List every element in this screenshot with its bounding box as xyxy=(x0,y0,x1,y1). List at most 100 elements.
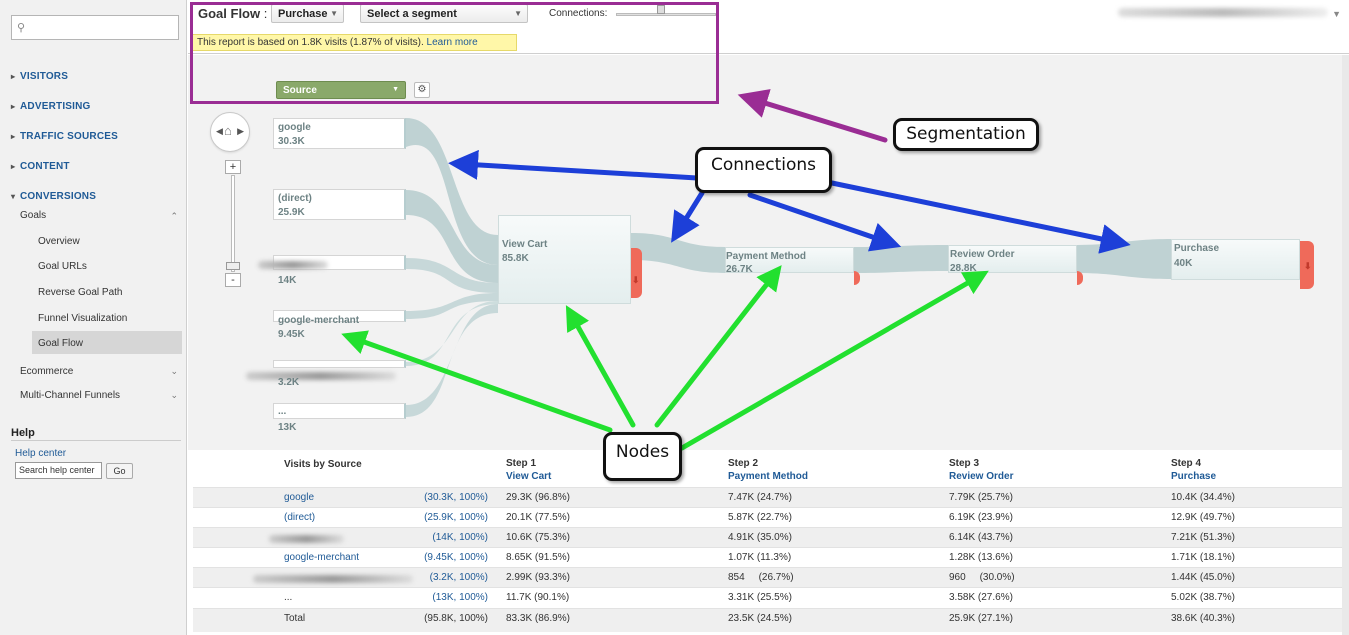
nav-ecommerce[interactable]: Ecommerce xyxy=(20,366,73,377)
column-header-step-name[interactable]: Purchase xyxy=(1171,471,1216,482)
step-node-label: Payment Method xyxy=(726,251,807,262)
callout-segmentation: Segmentation xyxy=(893,118,1039,151)
row-visits: (3.2K, 100%) xyxy=(429,572,488,583)
nav-conversions[interactable]: ▾ CONVERSIONS xyxy=(11,191,96,202)
account-selector-blurred[interactable] xyxy=(1118,8,1328,17)
table-row: (14K, 100%) 10.6K (75.3%) 4.91K (35.0%) … xyxy=(193,527,1342,547)
row-step2: 4.91K (35.0%) xyxy=(728,532,792,543)
zoom-slider-handle[interactable] xyxy=(226,262,240,270)
row-visits: (95.8K, 100%) xyxy=(424,613,488,624)
row-source[interactable]: google-merchant xyxy=(284,552,359,563)
column-header-step-name[interactable]: Payment Method xyxy=(728,471,808,482)
pan-left-icon[interactable]: ◀ xyxy=(216,126,223,137)
flow-canvas: Source ▼ ⚙ ◀ ⌂ ▶ + - google 30.3K (direct… xyxy=(188,55,1349,450)
table-row: (3.2K, 100%) 2.99K (93.3%) 854 (26.7%) 9… xyxy=(193,567,1342,587)
divider xyxy=(11,440,181,441)
caret-right-icon: ▸ xyxy=(11,72,16,81)
row-step1: 83.3K (86.9%) xyxy=(506,613,570,624)
step-node-label: View Cart xyxy=(502,239,548,250)
source-node-label: google xyxy=(278,122,311,133)
step-node-value: 85.8K xyxy=(502,253,529,264)
nav-goals-overview[interactable]: Overview xyxy=(38,236,80,247)
nav-funnel-visualization[interactable]: Funnel Visualization xyxy=(38,313,127,324)
row-step1: 2.99K (93.3%) xyxy=(506,572,570,583)
dropoff-view-cart[interactable] xyxy=(631,248,642,298)
table-row: google-merchant (9.45K, 100%) 8.65K (91.… xyxy=(193,547,1342,567)
connection-review-purchase[interactable] xyxy=(1077,239,1171,279)
table-row: (direct) (25.9K, 100%) 20.1K (77.5%) 5.8… xyxy=(193,507,1342,527)
source-node-value: 25.9K xyxy=(278,207,305,218)
nav-visitors[interactable]: ▸ VISITORS xyxy=(11,71,68,82)
nav-goals[interactable]: Goals xyxy=(20,210,180,221)
row-step3: 3.58K (27.6%) xyxy=(949,592,1013,603)
source-node-other[interactable] xyxy=(273,403,406,419)
row-visits: (13K, 100%) xyxy=(432,592,488,603)
column-header-step-name[interactable]: View Cart xyxy=(506,471,551,482)
table-row: ... (13K, 100%) 11.7K (90.1%) 3.31K (25.… xyxy=(193,587,1342,607)
pan-right-icon[interactable]: ▶ xyxy=(237,126,244,137)
step-node-value: 26.7K xyxy=(726,264,753,275)
source-node-value: 9.45K xyxy=(278,329,305,340)
row-visits: (30.3K, 100%) xyxy=(424,492,488,503)
step-node-value: 28.8K xyxy=(950,263,977,274)
nav-goal-flow[interactable]: Goal Flow xyxy=(38,338,83,349)
row-step4: 7.21K (51.3%) xyxy=(1171,532,1235,543)
row-step4: 1.44K (45.0%) xyxy=(1171,572,1235,583)
connection-viewcart-payment[interactable] xyxy=(631,233,725,273)
row-step2: 1.07K (11.3%) xyxy=(728,552,792,563)
scrollbar-track[interactable] xyxy=(1342,55,1349,635)
row-step4: 38.6K (40.3%) xyxy=(1171,613,1235,624)
row-step2: 3.31K (25.5%) xyxy=(728,592,792,603)
sidebar: ⚲ ▸ VISITORS ▸ ADVERTISING ▸ TRAFFIC SOURCE… xyxy=(0,0,187,635)
row-step4: 12.9K (49.7%) xyxy=(1171,512,1235,523)
nav-multi-channel-funnels[interactable]: Multi-Channel Funnels xyxy=(20,390,120,401)
nav-reverse-goal-path[interactable]: Reverse Goal Path xyxy=(38,287,123,298)
source-node-label: google-merchant xyxy=(278,315,360,326)
help-title: Help xyxy=(11,427,35,439)
row-step2: 23.5K (24.5%) xyxy=(728,613,792,624)
chevron-down-icon: ⌄ xyxy=(170,390,178,400)
help-center-link[interactable]: Help center xyxy=(15,448,66,459)
caret-down-icon: ▼ xyxy=(1332,9,1341,19)
zoom-out-button[interactable]: - xyxy=(225,273,241,287)
row-visits: (14K, 100%) xyxy=(432,532,488,543)
column-header-step: Step 1 xyxy=(506,458,537,469)
row-step4: 5.02K (38.7%) xyxy=(1171,592,1235,603)
home-icon[interactable]: ⌂ xyxy=(224,123,232,138)
row-step3: 7.79K (25.7%) xyxy=(949,492,1013,503)
caret-right-icon: ▸ xyxy=(11,162,16,171)
row-step3: 25.9K (27.1%) xyxy=(949,613,1013,624)
source-node-value: 3.2K xyxy=(278,377,300,388)
row-source: Total xyxy=(284,613,306,624)
redacted-label xyxy=(246,372,396,380)
nav-content[interactable]: ▸ CONTENT xyxy=(11,161,70,172)
source-node-value: 14K xyxy=(278,275,297,286)
step-node-value: 40K xyxy=(1174,258,1193,269)
source-node-5[interactable] xyxy=(273,360,406,368)
help-go-button[interactable]: Go xyxy=(106,463,133,479)
column-header-step-name[interactable]: Review Order xyxy=(949,471,1013,482)
sidebar-search-input[interactable]: ⚲ xyxy=(11,15,179,40)
caret-down-icon: ▾ xyxy=(11,192,16,201)
row-step2: 5.87K (22.7%) xyxy=(728,512,792,523)
row-step3: 1.28K (13.6%) xyxy=(949,552,1013,563)
table-row: google (30.3K, 100%) 29.3K (96.8%) 7.47K… xyxy=(193,487,1342,507)
row-step1: 20.1K (77.5%) xyxy=(506,512,570,523)
zoom-slider[interactable] xyxy=(231,175,235,272)
connection-payment-review[interactable] xyxy=(854,245,948,273)
step-node-label: Purchase xyxy=(1174,243,1220,254)
row-source[interactable]: (direct) xyxy=(284,512,315,523)
nav-goal-urls[interactable]: Goal URLs xyxy=(38,261,87,272)
table-row-total: Total (95.8K, 100%) 83.3K (86.9%) 23.5K … xyxy=(193,608,1342,632)
zoom-in-button[interactable]: + xyxy=(225,160,241,174)
row-step1: 11.7K (90.1%) xyxy=(506,592,570,603)
source-node-value: 30.3K xyxy=(278,136,305,147)
source-node-value: 13K xyxy=(278,422,297,433)
pan-control[interactable]: ◀ ⌂ ▶ xyxy=(210,112,250,152)
row-step2: 854 (26.7%) xyxy=(728,572,794,583)
redacted-label xyxy=(269,535,344,543)
help-search-input[interactable]: Search help center xyxy=(15,462,102,479)
row-source[interactable]: google xyxy=(284,492,314,503)
nav-traffic-sources[interactable]: ▸ TRAFFIC SOURCES xyxy=(11,131,118,142)
nav-advertising[interactable]: ▸ ADVERTISING xyxy=(11,101,91,112)
